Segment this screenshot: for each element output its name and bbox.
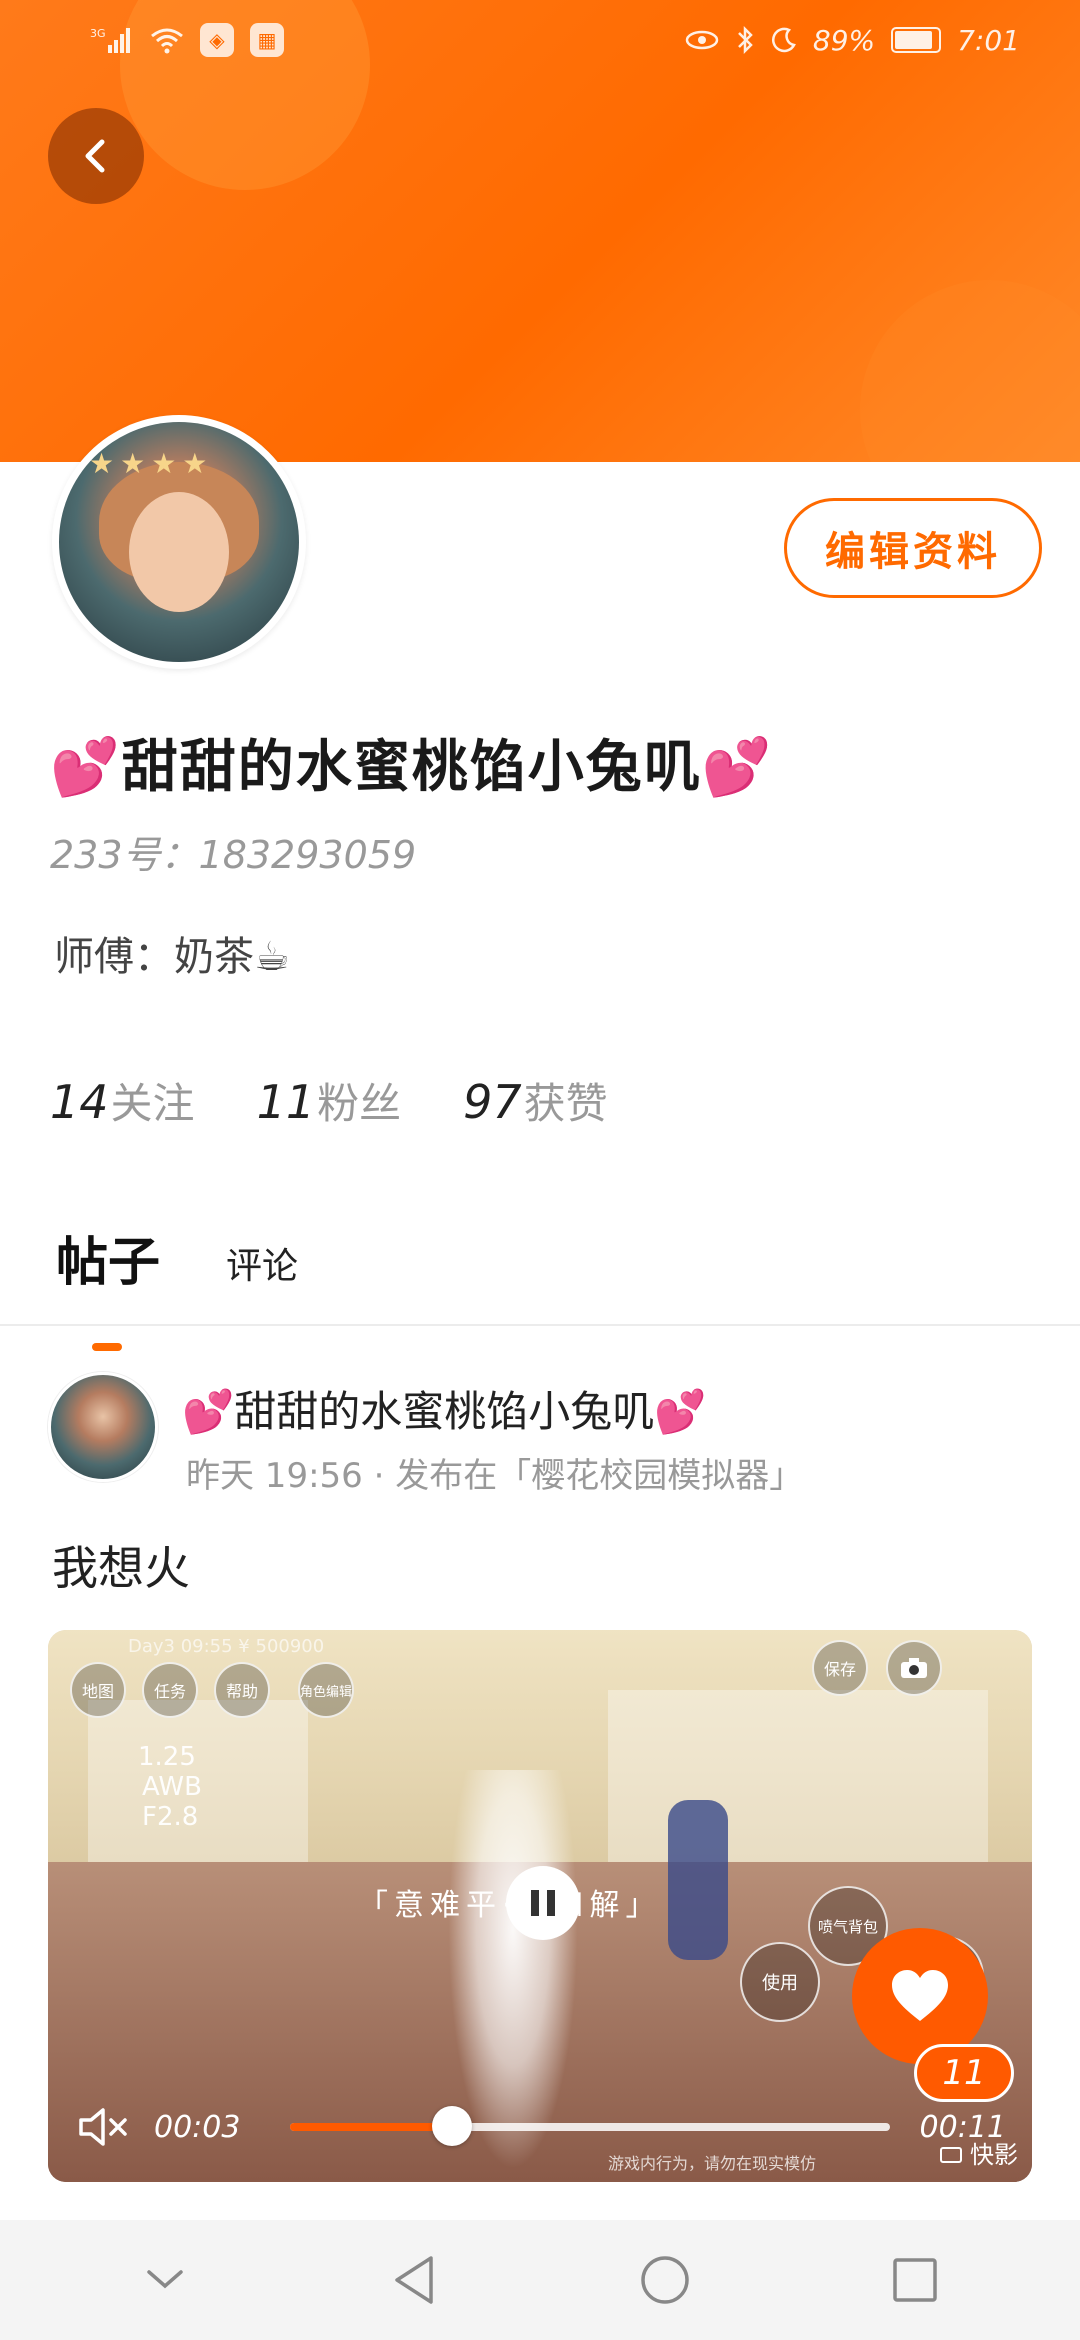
speaker-muted-icon [79,2108,127,2146]
stat-following[interactable]: 14关注 [50,1070,195,1131]
edit-profile-button[interactable]: 编辑资料 [784,498,1042,598]
post-video[interactable]: Day3 09:55 ¥ 500900 地图 任务 帮助 角色编辑 保存 1.2… [48,1630,1032,2182]
divider [0,1324,1080,1326]
tab-posts-label: 帖子 [56,1233,161,1293]
status-left: 3G ◈ ▦ [90,23,284,57]
uid-label: 233号： [50,833,199,877]
mute-button[interactable] [74,2097,134,2157]
bluetooth-icon [735,25,755,55]
post-title[interactable]: 我想火 [52,1532,190,1598]
profile-uid: 233号：183293059 [50,824,416,879]
video-current-time: 00:03 [154,2109,241,2145]
video-hud-iso: 1.25 [138,1742,196,1772]
post-time: 昨天 19:56 [186,1456,363,1496]
video-controls: 00:03 00:11 [48,2072,1032,2182]
stat-number: 97 [463,1075,522,1129]
pause-icon-bar [547,1890,555,1916]
chevron-left-icon [85,139,105,173]
video-progress-bar[interactable] [290,2106,890,2146]
battery-icon [891,27,942,53]
video-hud-aperture: F2.8 [142,1802,199,1832]
avatar-face-shape [129,492,229,612]
system-nav-bar [0,2220,1080,2340]
nav-back-button[interactable] [375,2240,455,2320]
profile-master[interactable]: 师傅：奶茶☕ [54,924,290,982]
profile-stats: 14关注 11粉丝 97获赞 [50,1070,608,1131]
tab-comments[interactable]: 评论 [226,1237,298,1295]
wifi-icon [150,26,184,54]
profile-username: 💕甜甜的水蜜桃馅小兔叽💕 [50,735,774,800]
post-community-link[interactable]: 发布在「樱花校园模拟器」 [395,1456,803,1496]
star-icon: ★★★★ [89,447,214,480]
app-notification-icon: ◈ [200,23,234,57]
post-author-name[interactable]: 💕甜甜的水蜜桃馅小兔叽💕 [182,1378,707,1439]
stat-likes[interactable]: 97获赞 [463,1070,608,1131]
circle-home-icon [641,2256,689,2304]
profile-avatar[interactable]: ★★★★ [52,415,306,669]
signal-icon: 3G [90,25,134,55]
video-hud-help: 帮助 [214,1662,270,1718]
uid-value: 183293059 [198,833,417,877]
video-hud-save: 保存 [812,1640,868,1696]
post-meta: 昨天 19:56 · 发布在「樱花校园模拟器」 [186,1448,803,1497]
video-hud-role: 角色编辑 [298,1662,354,1718]
stat-number: 14 [50,1075,109,1129]
nav-recents-button[interactable] [875,2240,955,2320]
video-hud-use: 使用 [740,1942,820,2022]
video-hud-map: 地图 [70,1662,126,1718]
nav-home-button[interactable] [625,2240,705,2320]
chevron-down-icon [147,2270,183,2289]
video-watermark: 快影 [940,2135,1018,2170]
video-progress-fill [290,2123,453,2131]
master-name: 奶茶☕ [174,934,290,980]
back-button[interactable] [48,108,144,204]
battery-percent: 89% [812,23,876,57]
heart-icon [892,1970,948,2021]
video-hud-task: 任务 [142,1662,198,1718]
banner-decoration [860,280,1080,462]
triangle-back-icon [395,2256,433,2304]
profile-tabs: 帖子 评论 [56,1220,298,1351]
pause-icon-bar [531,1890,539,1916]
watermark-text: 快影 [970,2141,1018,2169]
video-scene-character-2 [668,1800,728,1960]
svg-text:3G: 3G [90,27,106,40]
stat-label: 获赞 [523,1079,608,1128]
status-bar: 3G ◈ ▦ 89% 7:01 [0,0,1080,80]
video-hud-awb: AWB [142,1772,202,1802]
eye-icon [685,29,719,51]
master-label: 师傅： [54,934,174,980]
post-author-avatar[interactable] [48,1372,158,1482]
stat-label: 粉丝 [317,1079,402,1128]
post-meta-separator: · [373,1456,385,1496]
stat-followers[interactable]: 11粉丝 [257,1070,402,1131]
stat-number: 11 [256,1075,316,1129]
like-count: 11 [914,2044,1014,2102]
moon-icon [771,27,797,53]
video-hud-top: Day3 09:55 ¥ 500900 [128,1636,325,1657]
stat-label: 关注 [110,1079,195,1128]
square-recents-icon [893,2258,937,2302]
tab-active-indicator [92,1343,122,1351]
pause-button[interactable] [506,1866,580,1940]
camera-icon [886,1640,942,1696]
profile-banner: 3G ◈ ▦ 89% 7:01 [0,0,1080,462]
video-scene-building [608,1690,988,1870]
clock: 7:01 [957,23,1020,57]
status-right: 89% 7:01 [685,24,1020,57]
watermark-icon [940,2147,963,2163]
nav-collapse-button[interactable] [125,2240,205,2320]
app-notification-icon-2: ▦ [250,23,284,57]
tab-posts[interactable]: 帖子 [56,1220,161,1351]
avatar-image: ★★★★ [59,422,299,662]
video-progress-knob[interactable] [432,2106,473,2146]
